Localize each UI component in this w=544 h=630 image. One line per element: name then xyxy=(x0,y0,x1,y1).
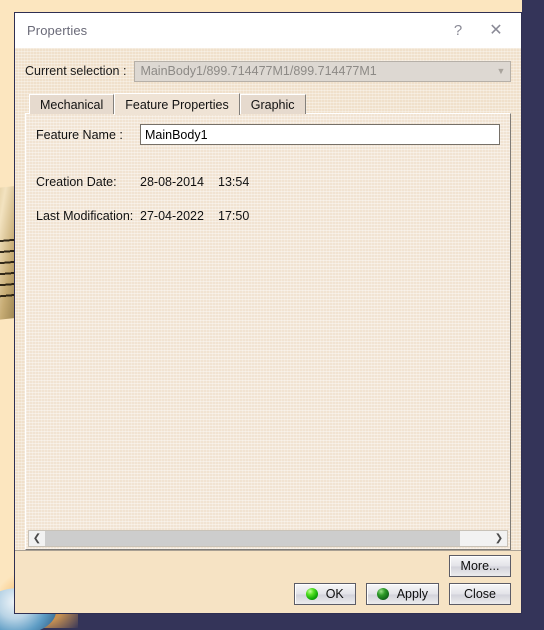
close-button[interactable]: Close xyxy=(449,583,511,605)
last-modification-row: Last Modification: 27-04-2022 17:50 xyxy=(36,209,502,223)
footer-row-actions: OK Apply Close xyxy=(25,583,511,605)
current-selection-combobox[interactable]: MainBody1/899.714477M1/899.714477M1 ▼ xyxy=(134,60,511,82)
green-sphere-icon xyxy=(305,588,318,600)
tab-page-feature-properties: Feature Name : Creation Date: 28-08-2014… xyxy=(25,113,511,550)
creation-date-value: 28-08-2014 xyxy=(140,175,204,189)
dialog-footer: More... OK Apply Close xyxy=(15,550,521,613)
feature-name-label: Feature Name : xyxy=(36,127,123,142)
scrollbar-thumb[interactable] xyxy=(45,531,460,546)
creation-date-row: Creation Date: 28-08-2014 13:54 xyxy=(36,175,502,189)
dialog-title: Properties xyxy=(27,22,88,38)
tab-mechanical[interactable]: Mechanical xyxy=(29,94,115,114)
ok-button[interactable]: OK xyxy=(293,583,356,605)
creation-date-label: Creation Date: xyxy=(36,175,117,189)
last-modification-value: 27-04-2022 xyxy=(140,209,204,223)
feature-name-input[interactable] xyxy=(140,124,500,145)
feature-name-row: Feature Name : xyxy=(36,124,502,145)
horizontal-scrollbar[interactable]: ❮ ❯ xyxy=(28,530,508,547)
scroll-left-arrow-icon[interactable]: ❮ xyxy=(29,531,45,546)
current-selection-value: MainBody1/899.714477M1/899.714477M1 xyxy=(140,64,377,78)
dialog-titlebar: Properties ? ✕ xyxy=(15,13,521,48)
properties-dialog: Properties ? ✕ Current selection : MainB… xyxy=(14,12,522,614)
scrollbar-track[interactable] xyxy=(45,531,491,546)
apply-button[interactable]: Apply xyxy=(365,583,439,605)
question-mark-icon[interactable]: ? xyxy=(439,14,477,46)
last-modification-label: Last Modification: xyxy=(36,209,134,223)
more-button[interactable]: More... xyxy=(449,555,511,577)
footer-row-more: More... xyxy=(25,555,511,577)
tab-feature-properties[interactable]: Feature Properties xyxy=(114,93,240,115)
dialog-body: Current selection : MainBody1/899.714477… xyxy=(15,48,521,550)
ok-button-label: OK xyxy=(325,587,344,601)
scroll-right-arrow-icon[interactable]: ❯ xyxy=(491,531,507,546)
dark-green-sphere-icon xyxy=(376,588,389,600)
last-modification-time-value: 17:50 xyxy=(218,209,250,223)
current-selection-row: Current selection : MainBody1/899.714477… xyxy=(25,56,511,86)
cad-desktop-background: Properties ? ✕ Current selection : MainB… xyxy=(0,0,544,630)
date-block: Creation Date: 28-08-2014 13:54 Last Mod… xyxy=(36,175,502,223)
tab-strip: Mechanical Feature Properties Graphic xyxy=(25,92,511,115)
current-selection-label: Current selection : xyxy=(25,64,127,78)
chevron-down-icon[interactable]: ▼ xyxy=(492,62,510,81)
close-x-icon[interactable]: ✕ xyxy=(477,14,515,46)
creation-time-value: 13:54 xyxy=(218,175,250,189)
apply-button-label: Apply xyxy=(396,587,428,601)
tab-page-content: Feature Name : Creation Date: 28-08-2014… xyxy=(26,114,510,530)
tab-graphic[interactable]: Graphic xyxy=(239,94,306,114)
